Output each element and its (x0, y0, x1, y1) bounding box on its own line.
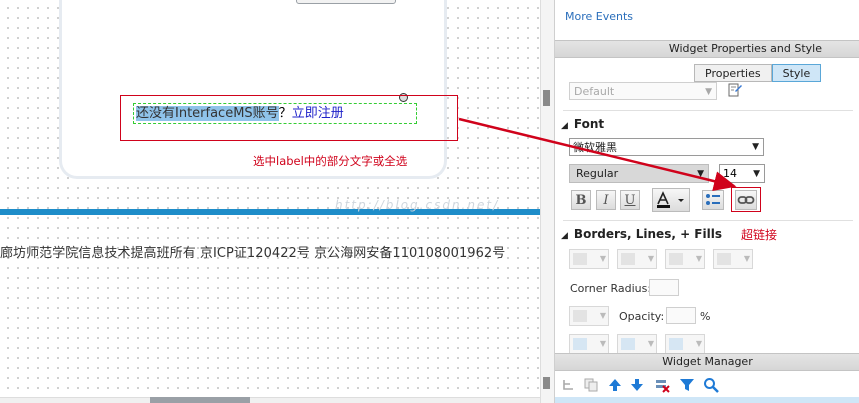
vertical-scroll-thumb[interactable] (543, 90, 550, 106)
panel-bottom-strip (555, 397, 859, 403)
font-weight-value: Regular (576, 167, 619, 180)
font-color-icon (657, 191, 684, 208)
opacity-unit: % (700, 310, 711, 323)
font-weight-select[interactable]: Regular ▼ (569, 164, 709, 183)
chevron-down-icon: ▼ (752, 142, 759, 152)
chevron-down-icon: ▼ (599, 254, 606, 263)
font-size-value: 14 (723, 167, 737, 180)
border-color-button[interactable]: ▼ (569, 249, 609, 269)
chevron-down-icon: ▼ (599, 339, 606, 348)
tab-style[interactable]: Style (771, 64, 822, 82)
chevron-down-icon: ▼ (743, 254, 750, 263)
design-canvas[interactable]: 还没有InterfaceMS账号？立即注册 选中label中的部分文字或全选 h… (0, 0, 540, 403)
text-shadow-button[interactable]: ▼ (665, 334, 705, 354)
collapse-triangle-icon: ◢ (561, 231, 568, 241)
watermark: http://blog.csdn.net/ (335, 198, 500, 212)
arrow-style-button[interactable]: ▼ (713, 249, 753, 269)
chevron-down-icon: ▼ (695, 339, 702, 348)
widget-properties-header: Widget Properties and Style (555, 40, 859, 58)
search-icon[interactable] (703, 377, 719, 393)
format-painter-icon[interactable] (727, 82, 743, 98)
tree-view-icon[interactable] (561, 377, 577, 393)
move-down-icon[interactable] (629, 377, 645, 393)
arrow-style-icon (717, 253, 731, 265)
borders-section-title: Borders, Lines, + Fills (573, 227, 722, 241)
footer-text: 廊坊师范学院信息技术提高班所有 京ICP证120422号 京公海网安备11010… (0, 246, 506, 261)
style-select-value: Default (574, 85, 615, 98)
opacity-label: Opacity: (619, 310, 665, 323)
divider (563, 110, 853, 111)
annotation-box-link (731, 187, 761, 212)
annotation-select-text: 选中label中的部分文字或全选 (253, 154, 408, 168)
copy-icon[interactable] (583, 377, 599, 393)
font-section-header[interactable]: ◢ Font (561, 117, 604, 131)
font-size-select[interactable]: 14 ▼ (719, 164, 765, 183)
corner-radius-label: Corner Radius: (570, 282, 652, 295)
move-up-icon[interactable] (607, 377, 623, 393)
font-family-value: 微软雅黑 (573, 141, 617, 154)
borders-section-header[interactable]: ◢ Borders, Lines, + Fills (561, 227, 722, 241)
delete-icon[interactable] (654, 377, 670, 393)
fill-color-button[interactable]: ▼ (569, 306, 609, 326)
chevron-down-icon: ▼ (647, 339, 654, 348)
vertical-scroll-thumb-lower[interactable] (543, 377, 550, 389)
tab-properties[interactable]: Properties (694, 64, 772, 82)
canvas-button-widget[interactable] (296, 0, 396, 4)
chevron-down-icon: ▼ (697, 169, 704, 179)
annotation-link-text: 超链接 (741, 228, 778, 242)
underline-button[interactable]: U (620, 190, 640, 210)
more-events-link[interactable]: More Events (565, 10, 633, 23)
chevron-down-icon: ▼ (753, 169, 760, 179)
bullet-list-button[interactable] (702, 190, 724, 210)
horizontal-scrollbar[interactable] (0, 397, 540, 403)
corner-radius-input[interactable] (649, 279, 679, 296)
widget-manager-title: Widget Manager (662, 355, 753, 368)
widget-properties-title: Widget Properties and Style (668, 42, 822, 55)
fill-bucket-icon (573, 310, 587, 322)
chevron-down-icon: ▼ (695, 254, 702, 263)
line-thickness-button[interactable]: ▼ (617, 249, 657, 269)
inner-shadow-icon (621, 338, 635, 350)
widget-manager-header: Widget Manager (555, 353, 859, 371)
shadow-icon (573, 338, 587, 350)
line-style-button[interactable]: ▼ (665, 249, 705, 269)
chevron-down-icon: ▼ (599, 311, 606, 320)
chevron-down-icon: ▼ (647, 254, 654, 263)
filter-icon[interactable] (679, 377, 695, 393)
bold-button[interactable]: B (571, 190, 591, 210)
collapse-triangle-icon: ◢ (561, 121, 568, 131)
font-family-select[interactable]: 微软雅黑 ▼ (569, 138, 764, 156)
opacity-input[interactable] (666, 307, 696, 324)
horizontal-scroll-thumb[interactable] (150, 397, 250, 403)
shadow-button[interactable]: ▼ (569, 334, 609, 354)
chevron-down-icon: ▼ (705, 87, 712, 97)
annotation-box-label (120, 95, 458, 141)
italic-button[interactable]: I (596, 190, 616, 210)
properties-tabs: Properties Style (694, 64, 822, 82)
font-section-title: Font (573, 117, 605, 131)
line-style-icon (669, 253, 683, 265)
bullet-list-icon (706, 194, 720, 205)
text-shadow-icon (669, 338, 683, 350)
right-panel: More Events Widget Properties and Style … (554, 0, 859, 403)
style-select[interactable]: Default ▼ (569, 82, 717, 100)
font-color-button[interactable] (652, 188, 690, 212)
vertical-scrollbar[interactable] (540, 0, 554, 403)
border-color-icon (573, 253, 587, 265)
divider (563, 220, 853, 221)
line-thickness-icon (621, 253, 635, 265)
inner-shadow-button[interactable]: ▼ (617, 334, 657, 354)
